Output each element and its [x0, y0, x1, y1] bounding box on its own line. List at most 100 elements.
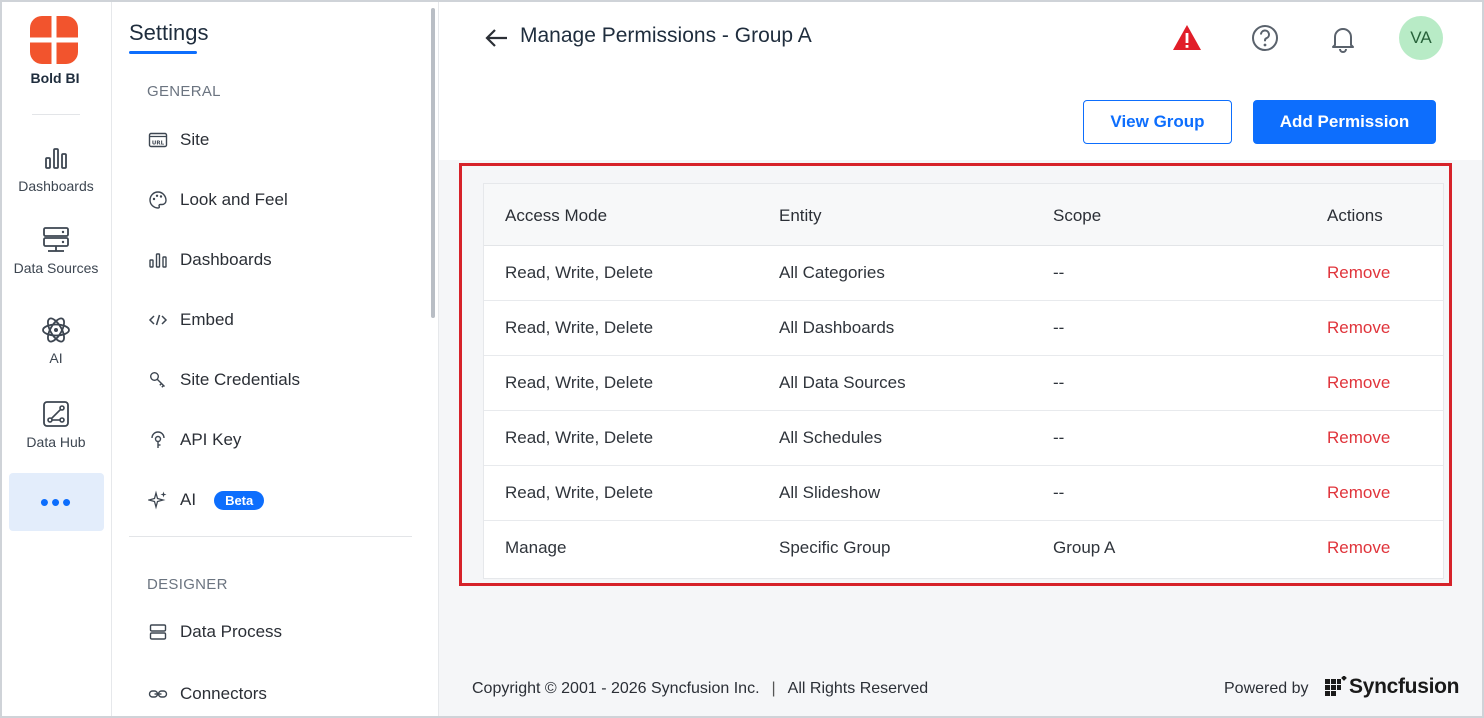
key-icon: [147, 369, 169, 391]
table-header: Access Mode Entity Scope Actions: [484, 184, 1443, 246]
scope-cell: Group A: [1053, 538, 1116, 557]
settings-item-label: Look and Feel: [180, 190, 288, 209]
rail-item-ai[interactable]: AI: [8, 314, 104, 366]
entity-cell: All Categories: [779, 263, 885, 282]
rail-item-data-hub[interactable]: Data Hub: [8, 398, 104, 450]
avatar[interactable]: VA: [1399, 16, 1443, 60]
footer-separator: |: [771, 680, 776, 697]
bar-chart-icon: [45, 148, 67, 169]
entity-cell: Specific Group: [779, 538, 891, 557]
syncfusion-logo[interactable]: Syncfusion: [1325, 672, 1459, 702]
settings-item-connectors[interactable]: Connectors: [147, 674, 267, 714]
data-process-icon: [147, 621, 169, 643]
scope-cell: --: [1053, 373, 1065, 392]
settings-divider: [129, 536, 412, 537]
section-heading-general: GENERAL: [147, 83, 221, 100]
remove-link[interactable]: Remove: [1327, 318, 1390, 338]
url-icon: URL: [147, 129, 169, 151]
settings-item-label: Site: [180, 130, 210, 149]
server-icon: [43, 227, 69, 252]
rights-text: All Rights Reserved: [787, 680, 929, 697]
remove-link[interactable]: Remove: [1327, 483, 1390, 503]
rail-item-label: Data Hub: [26, 434, 86, 450]
copyright-text: Copyright © 2001 - 2026 Syncfusion Inc.: [472, 680, 760, 697]
access-mode-cell: Read, Write, Delete: [505, 428, 654, 447]
footer-copyright: Copyright © 2001 - 2026 Syncfusion Inc. |…: [472, 680, 928, 698]
sparkle-icon: [147, 489, 169, 511]
table-row: Read, Write, Delete All Dashboards -- Re…: [484, 301, 1443, 356]
settings-title: Settings: [129, 20, 209, 45]
bar-chart-icon: [147, 249, 169, 271]
syncfusion-mark-icon: [1325, 676, 1347, 696]
logo-text: Bold BI: [30, 70, 80, 86]
warning-icon[interactable]: [1171, 22, 1203, 54]
link-icon: [147, 683, 169, 705]
settings-item-api-key[interactable]: API Key: [147, 420, 241, 460]
table-row: Read, Write, Delete All Schedules -- Rem…: [484, 411, 1443, 466]
settings-item-label: Dashboards: [180, 250, 272, 269]
syncfusion-brand-text: Syncfusion: [1349, 675, 1460, 698]
settings-item-data-process[interactable]: Data Process: [147, 612, 282, 652]
column-header-scope: Scope: [1053, 206, 1102, 225]
page-header: Manage Permissions - Group A VA View Gro…: [439, 2, 1482, 160]
settings-item-embed[interactable]: Embed: [147, 300, 234, 340]
back-arrow-icon[interactable]: [483, 24, 511, 52]
help-icon[interactable]: [1249, 22, 1281, 54]
remove-link[interactable]: Remove: [1327, 428, 1390, 448]
table-row: Read, Write, Delete All Categories -- Re…: [484, 246, 1443, 301]
access-mode-cell: Read, Write, Delete: [505, 483, 654, 502]
settings-item-label: Connectors: [180, 684, 267, 703]
access-mode-cell: Read, Write, Delete: [505, 263, 654, 282]
rail-item-label: Dashboards: [18, 178, 94, 194]
settings-item-label: Data Process: [180, 622, 283, 641]
settings-item-label: AI: [180, 490, 197, 509]
settings-item-label: Site Credentials: [180, 370, 301, 389]
app-window: Bold BI Dashboards Data Sources AI Data …: [0, 0, 1484, 718]
scope-cell: --: [1053, 263, 1065, 282]
rail-item-label: AI: [49, 350, 63, 366]
add-permission-button[interactable]: Add Permission: [1253, 100, 1436, 144]
settings-item-ai[interactable]: AI Beta: [147, 480, 265, 520]
bold-bi-logo[interactable]: [30, 16, 78, 64]
table-row: Read, Write, Delete All Data Sources -- …: [484, 356, 1443, 411]
settings-item-label: Embed: [180, 310, 234, 329]
entity-cell: All Slideshow: [779, 483, 881, 502]
page-title: Manage Permissions - Group A: [520, 24, 812, 47]
code-icon: [147, 309, 169, 331]
settings-item-look-and-feel[interactable]: Look and Feel: [147, 180, 288, 220]
table-row: Manage Specific Group Group A Remove: [484, 521, 1443, 576]
rail-item-data-sources[interactable]: Data Sources: [8, 224, 104, 276]
entity-cell: All Dashboards: [779, 318, 895, 337]
remove-link[interactable]: Remove: [1327, 373, 1390, 393]
section-heading-designer: DESIGNER: [147, 576, 228, 593]
rail-item-dashboards[interactable]: Dashboards: [8, 142, 104, 194]
table-row: Read, Write, Delete All Slideshow -- Rem…: [484, 466, 1443, 521]
scope-cell: --: [1053, 483, 1065, 502]
access-mode-cell: Manage: [505, 538, 567, 557]
column-header-actions: Actions: [1327, 206, 1383, 225]
beta-badge: Beta: [214, 490, 265, 510]
entity-cell: All Data Sources: [779, 373, 906, 392]
settings-item-label: API Key: [180, 430, 242, 449]
permissions-table: Access Mode Entity Scope Actions Read, W…: [483, 183, 1444, 579]
remove-link[interactable]: Remove: [1327, 263, 1390, 283]
more-button[interactable]: •••: [9, 473, 104, 531]
settings-scrollbar[interactable]: [431, 8, 435, 318]
rail-divider: [32, 114, 80, 115]
bell-icon[interactable]: [1327, 22, 1359, 54]
remove-link[interactable]: Remove: [1327, 538, 1390, 558]
settings-item-dashboards[interactable]: Dashboards: [147, 240, 272, 280]
settings-title-underline: [129, 51, 197, 54]
settings-item-site[interactable]: URL Site: [147, 120, 209, 160]
nav-rail: Bold BI Dashboards Data Sources AI Data …: [2, 2, 112, 716]
access-mode-cell: Read, Write, Delete: [505, 373, 654, 392]
atom-icon: [42, 317, 70, 343]
column-header-entity: Entity: [779, 206, 822, 225]
settings-panel: Settings GENERAL URL Site Look and Feel …: [113, 2, 439, 716]
settings-item-site-credentials[interactable]: Site Credentials: [147, 360, 300, 400]
access-mode-cell: Read, Write, Delete: [505, 318, 654, 337]
rail-item-label: Data Sources: [13, 260, 99, 276]
view-group-button[interactable]: View Group: [1083, 100, 1232, 144]
main-content: Manage Permissions - Group A VA View Gro…: [439, 2, 1482, 716]
svg-text:URL: URL: [152, 141, 165, 147]
